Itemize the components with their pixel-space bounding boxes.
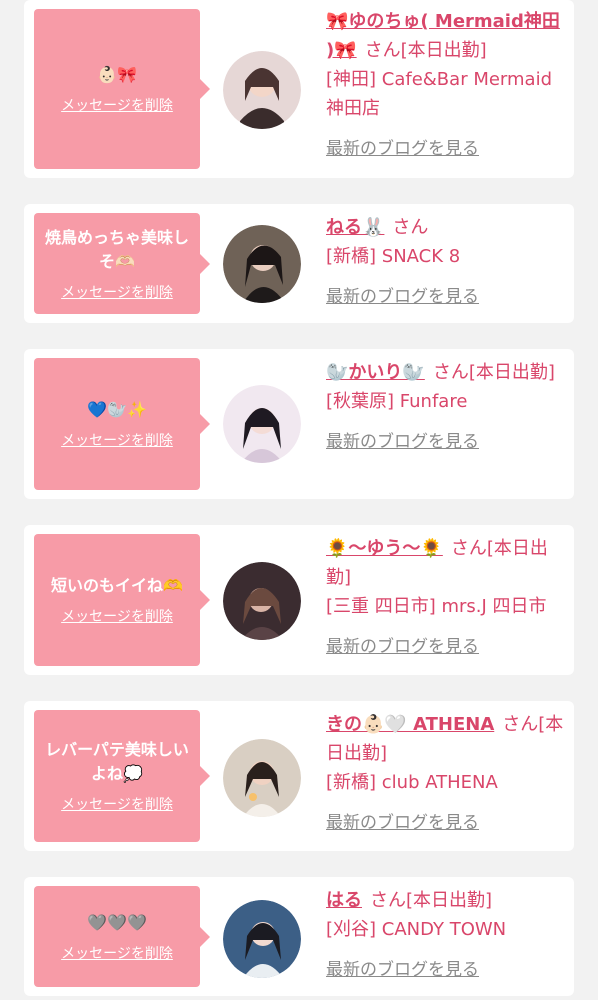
- avatar[interactable]: [223, 739, 301, 817]
- list-item: 👶🏻🎀 メッセージを削除 🎀ゆのちゅ( Mermaid神田 )🎀 さん[本日出勤]…: [24, 0, 574, 178]
- message-text: 短いのもイイね🫶: [51, 576, 183, 595]
- message-text: 👶🏻🎀: [97, 65, 137, 84]
- status-badge: [本日出勤]: [406, 890, 493, 911]
- message-bubble: 👶🏻🎀 メッセージを削除: [34, 9, 210, 169]
- honorific: さん: [450, 538, 487, 559]
- message-text: 💙🦭✨: [87, 400, 147, 419]
- latest-blog-link[interactable]: 最新のブログを見る: [326, 135, 564, 164]
- delete-message-link[interactable]: メッセージを削除: [61, 794, 173, 814]
- avatar[interactable]: [223, 225, 301, 303]
- cast-name-link[interactable]: 🌻〜ゆう〜🌻: [326, 538, 443, 559]
- message-bubble: レバーパテ美味しいよね💭 メッセージを削除: [34, 710, 210, 842]
- message-list: 👶🏻🎀 メッセージを削除 🎀ゆのちゅ( Mermaid神田 )🎀 さん[本日出勤]…: [0, 0, 598, 1000]
- latest-blog-link[interactable]: 最新のブログを見る: [326, 956, 564, 985]
- cast-name-link[interactable]: 🦭かいり🦭: [326, 362, 425, 383]
- delete-message-link[interactable]: メッセージを削除: [61, 606, 173, 626]
- message-text: 焼鳥めっちゃ美味しそ🫶🏻: [44, 227, 189, 271]
- cast-info: 🌻〜ゆう〜🌻 さん[本日出勤] [三重 四日市] mrs.J 四日市 最新のブログ…: [326, 534, 564, 662]
- latest-blog-link[interactable]: 最新のブログを見る: [326, 809, 564, 838]
- cast-info: ねる🐰 さん [新橋] SNACK 8 最新のブログを見る: [326, 213, 564, 312]
- message-bubble: 短いのもイイね🫶 メッセージを削除: [34, 534, 210, 666]
- delete-message-link[interactable]: メッセージを削除: [61, 430, 173, 450]
- message-text: レバーパテ美味しいよね💭: [45, 740, 189, 783]
- cast-name-link[interactable]: はる: [326, 890, 362, 911]
- list-item: 🩶🩶🩶 メッセージを削除 はる さん[本日出勤] [刈谷] CANDY TOWN …: [24, 877, 574, 996]
- cast-name-link[interactable]: きの👶🏻🤍 ATHENA: [326, 714, 494, 735]
- list-item: 焼鳥めっちゃ美味しそ🫶🏻 メッセージを削除 ねる🐰 さん [新橋] SNACK 8…: [24, 204, 574, 323]
- message-bubble: 💙🦭✨ メッセージを削除: [34, 358, 210, 490]
- shop-name: [新橋] SNACK 8: [326, 246, 461, 267]
- message-bubble: 🩶🩶🩶 メッセージを削除: [34, 886, 210, 987]
- delete-message-link[interactable]: メッセージを削除: [61, 282, 173, 302]
- cast-info: 🦭かいり🦭 さん[本日出勤] [秋葉原] Funfare 最新のブログを見る: [326, 358, 564, 457]
- status-badge: [本日出勤]: [400, 40, 487, 61]
- honorific: さん: [364, 40, 401, 61]
- delete-message-link[interactable]: メッセージを削除: [61, 95, 173, 115]
- shop-name: [秋葉原] Funfare: [326, 391, 468, 412]
- cast-name-link[interactable]: ねる🐰: [326, 217, 384, 238]
- cast-info: きの👶🏻🤍 ATHENA さん[本日出勤] [新橋] club ATHENA 最新…: [326, 710, 564, 838]
- message-bubble: 焼鳥めっちゃ美味しそ🫶🏻 メッセージを削除: [34, 213, 210, 314]
- list-item: レバーパテ美味しいよね💭 メッセージを削除 きの👶🏻🤍 ATHENA さん[本日出…: [24, 701, 574, 851]
- list-item: 短いのもイイね🫶 メッセージを削除 🌻〜ゆう〜🌻 さん[本日出勤] [三重 四日市…: [24, 525, 574, 675]
- honorific: さん: [502, 714, 539, 735]
- delete-message-link[interactable]: メッセージを削除: [61, 943, 173, 963]
- avatar[interactable]: [223, 385, 301, 463]
- avatar[interactable]: [223, 51, 301, 129]
- message-text: 🩶🩶🩶: [87, 912, 147, 932]
- shop-name: [刈谷] CANDY TOWN: [326, 919, 507, 940]
- list-item: 💙🦭✨ メッセージを削除 🦭かいり🦭 さん[本日出勤] [秋葉原] Funfare…: [24, 349, 574, 499]
- status-badge: [本日出勤]: [468, 362, 555, 383]
- honorific: さん: [432, 362, 469, 383]
- cast-info: はる さん[本日出勤] [刈谷] CANDY TOWN 最新のブログを見る: [326, 886, 564, 985]
- shop-name: [新橋] club ATHENA: [326, 772, 498, 793]
- shop-name: [三重 四日市] mrs.J 四日市: [326, 596, 547, 617]
- latest-blog-link[interactable]: 最新のブログを見る: [326, 428, 564, 457]
- latest-blog-link[interactable]: 最新のブログを見る: [326, 283, 564, 312]
- latest-blog-link[interactable]: 最新のブログを見る: [326, 633, 564, 662]
- avatar[interactable]: [223, 562, 301, 640]
- honorific: さん: [392, 217, 429, 238]
- honorific: さん: [370, 890, 406, 911]
- shop-name: [神田] Cafe&Bar Mermaid 神田店: [326, 69, 552, 119]
- cast-info: 🎀ゆのちゅ( Mermaid神田 )🎀 さん[本日出勤] [神田] Cafe&Ba…: [326, 7, 564, 164]
- avatar[interactable]: [223, 900, 301, 978]
